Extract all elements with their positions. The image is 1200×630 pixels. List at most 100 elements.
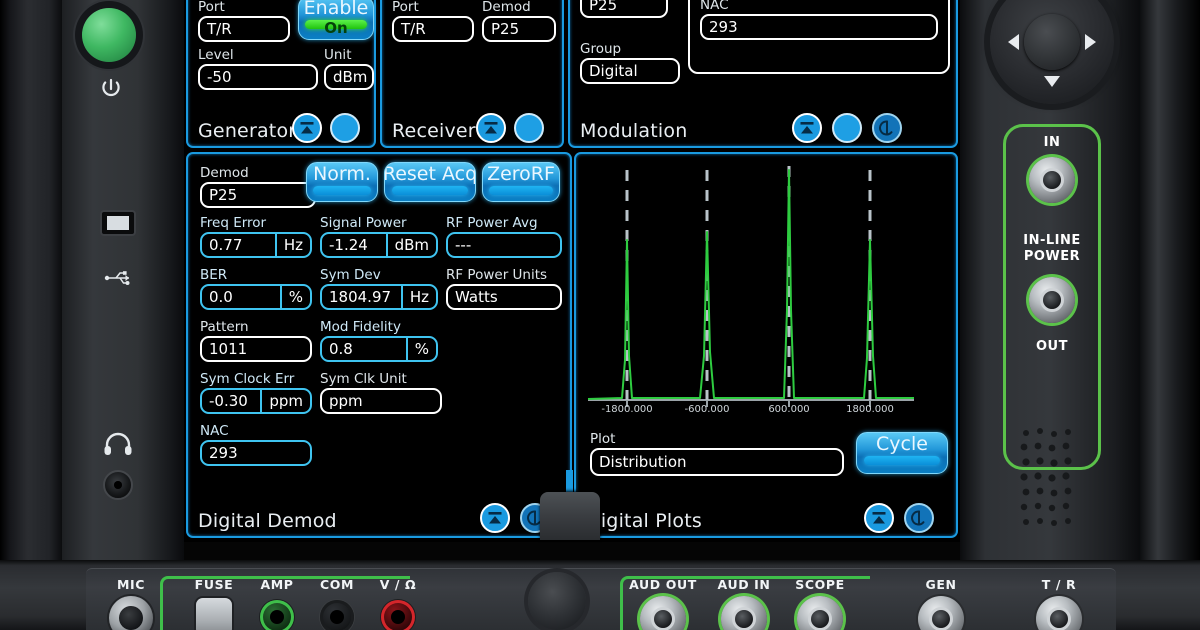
generator-collapse-icon[interactable] xyxy=(292,113,322,143)
sym-clock-err-unit: ppm xyxy=(260,390,310,412)
inline-power-out-connector[interactable] xyxy=(1029,277,1075,323)
connector-label-fuse: FUSE xyxy=(194,577,234,592)
rf-power-units-field[interactable]: Watts xyxy=(446,284,562,310)
rf-power-avg-field[interactable]: --- xyxy=(446,232,562,258)
signal-power-value: -1.24 xyxy=(329,236,368,254)
generator-enable-state: On xyxy=(324,19,348,37)
mod-fidelity-field[interactable]: 0.8 % xyxy=(320,336,438,362)
thumb-knob[interactable] xyxy=(528,572,586,630)
modulation-nac-field[interactable]: 293 xyxy=(700,14,938,40)
connector-label-aud-in: AUD IN xyxy=(717,577,771,592)
panel-digital-plots: -1800.000 -600.000 600.000 1800.000 Plot… xyxy=(574,152,958,538)
modulation-phase-icon[interactable] xyxy=(872,113,902,143)
power-button[interactable] xyxy=(82,8,136,62)
nac-value: 293 xyxy=(209,444,238,462)
dpad-down-icon[interactable] xyxy=(1044,76,1060,87)
generator-unit-field[interactable]: dBm xyxy=(324,64,374,90)
receiver-demod-field[interactable]: P25 xyxy=(482,16,556,42)
receiver-panel-title: Receiver xyxy=(392,120,476,142)
ber-unit: % xyxy=(279,286,310,308)
usb-port-inner xyxy=(107,216,129,230)
sym-clk-unit-field[interactable]: ppm xyxy=(320,388,442,414)
rf-power-avg-value: --- xyxy=(455,236,472,254)
pattern-field[interactable]: 1011 xyxy=(200,336,312,362)
modulation-indicator-icon[interactable] xyxy=(832,113,862,143)
device-screenshot: IN IN-LINE POWER OUT Port T/R Level -50 … xyxy=(0,0,1200,630)
zerorf-button-label: ZeroRF xyxy=(487,163,555,185)
generator-indicator-icon[interactable] xyxy=(330,113,360,143)
plot-select-field[interactable]: Distribution xyxy=(590,448,844,476)
cycle-button[interactable]: Cycle xyxy=(856,432,948,474)
modulation-mode-field[interactable]: P25 xyxy=(580,0,668,18)
norm-button-label: Norm. xyxy=(313,163,371,185)
sym-clk-unit-label: Sym Clk Unit xyxy=(320,371,407,387)
ber-field[interactable]: 0.0 % xyxy=(200,284,312,310)
freq-error-field[interactable]: 0.77 Hz xyxy=(200,232,312,258)
distribution-plot[interactable]: -1800.000 -600.000 600.000 1800.000 xyxy=(582,160,950,424)
generator-level-field[interactable]: -50 xyxy=(198,64,318,90)
generator-port-field[interactable]: T/R xyxy=(198,16,290,42)
distribution-plot-svg xyxy=(587,166,914,407)
bezel-tab-button[interactable] xyxy=(540,492,600,540)
digital-plots-collapse-icon[interactable] xyxy=(864,503,894,533)
headphones-icon xyxy=(104,432,132,455)
usb-icon xyxy=(104,271,130,285)
modulation-nac-label: NAC xyxy=(700,0,729,13)
modulation-pattern-group: Pattern 1011 NAC 293 xyxy=(688,0,950,74)
dpad-right-icon[interactable] xyxy=(1085,34,1096,50)
fuse-holder[interactable] xyxy=(196,598,232,630)
panel-modulation: P25 Group Digital Pattern 1011 NAC xyxy=(568,0,958,148)
receiver-port-field[interactable]: T/R xyxy=(392,16,474,42)
digital-demod-panel-title: Digital Demod xyxy=(198,510,337,532)
generator-enable-button[interactable]: Enable On xyxy=(298,0,374,40)
modulation-group-field[interactable]: Digital xyxy=(580,58,680,84)
power-icon xyxy=(102,78,120,97)
nac-field[interactable]: 293 xyxy=(200,440,312,466)
sym-dev-field[interactable]: 1804.97 Hz xyxy=(320,284,438,310)
generator-level-value: -50 xyxy=(207,68,232,86)
com-jack[interactable] xyxy=(320,600,354,630)
receiver-indicator-icon[interactable] xyxy=(514,113,544,143)
chassis-left-control-column xyxy=(62,0,184,565)
receiver-port-value: T/R xyxy=(401,20,426,38)
plot-select-label: Plot xyxy=(590,431,616,447)
usb-port[interactable] xyxy=(100,210,136,236)
headphone-jack[interactable] xyxy=(103,470,133,500)
modulation-collapse-icon[interactable] xyxy=(792,113,822,143)
cycle-button-label: Cycle xyxy=(876,433,928,455)
connector-label-gen: GEN xyxy=(925,577,957,592)
reset-acq-button-bar xyxy=(392,186,468,195)
amp-jack[interactable] xyxy=(260,600,294,630)
generator-port-label: Port xyxy=(198,0,225,15)
speaker-grille xyxy=(1020,428,1072,526)
plot-tick-label-4: 1800.000 xyxy=(846,404,894,415)
generator-unit-value: dBm xyxy=(333,68,368,86)
volt-ohm-jack[interactable] xyxy=(381,600,415,630)
receiver-collapse-icon[interactable] xyxy=(476,113,506,143)
modulation-mode-value: P25 xyxy=(589,0,618,14)
digital-demod-collapse-icon[interactable] xyxy=(480,503,510,533)
signal-power-field[interactable]: -1.24 dBm xyxy=(320,232,438,258)
zerorf-button[interactable]: ZeroRF xyxy=(482,162,560,202)
digital-plots-phase-icon[interactable] xyxy=(904,503,934,533)
receiver-port-label: Port xyxy=(392,0,419,15)
connector-label-scope: SCOPE xyxy=(795,577,845,592)
norm-button-bar xyxy=(312,186,372,195)
dpad-control[interactable] xyxy=(990,0,1114,104)
inline-power-in-connector[interactable] xyxy=(1029,157,1075,203)
demod-field[interactable]: P25 xyxy=(200,182,316,208)
zerorf-button-bar xyxy=(489,186,553,195)
inline-power-title-line2: POWER xyxy=(1023,249,1081,264)
sym-dev-unit: Hz xyxy=(400,286,436,308)
cycle-button-bar xyxy=(864,456,940,465)
modulation-group-label: Group xyxy=(580,41,622,57)
sym-clock-err-field[interactable]: -0.30 ppm xyxy=(200,388,312,414)
norm-button[interactable]: Norm. xyxy=(306,162,378,202)
receiver-demod-value: P25 xyxy=(491,20,520,38)
panel-digital-demod: Demod P25 Norm. Reset Acq ZeroRF Freq Er… xyxy=(186,152,572,538)
rf-power-avg-label: RF Power Avg xyxy=(446,215,538,231)
inline-power-out-label: OUT xyxy=(1036,339,1068,354)
digital-plots-panel-title: Digital Plots xyxy=(586,510,702,532)
reset-acq-button[interactable]: Reset Acq xyxy=(384,162,476,202)
dpad-left-icon[interactable] xyxy=(1008,34,1019,50)
